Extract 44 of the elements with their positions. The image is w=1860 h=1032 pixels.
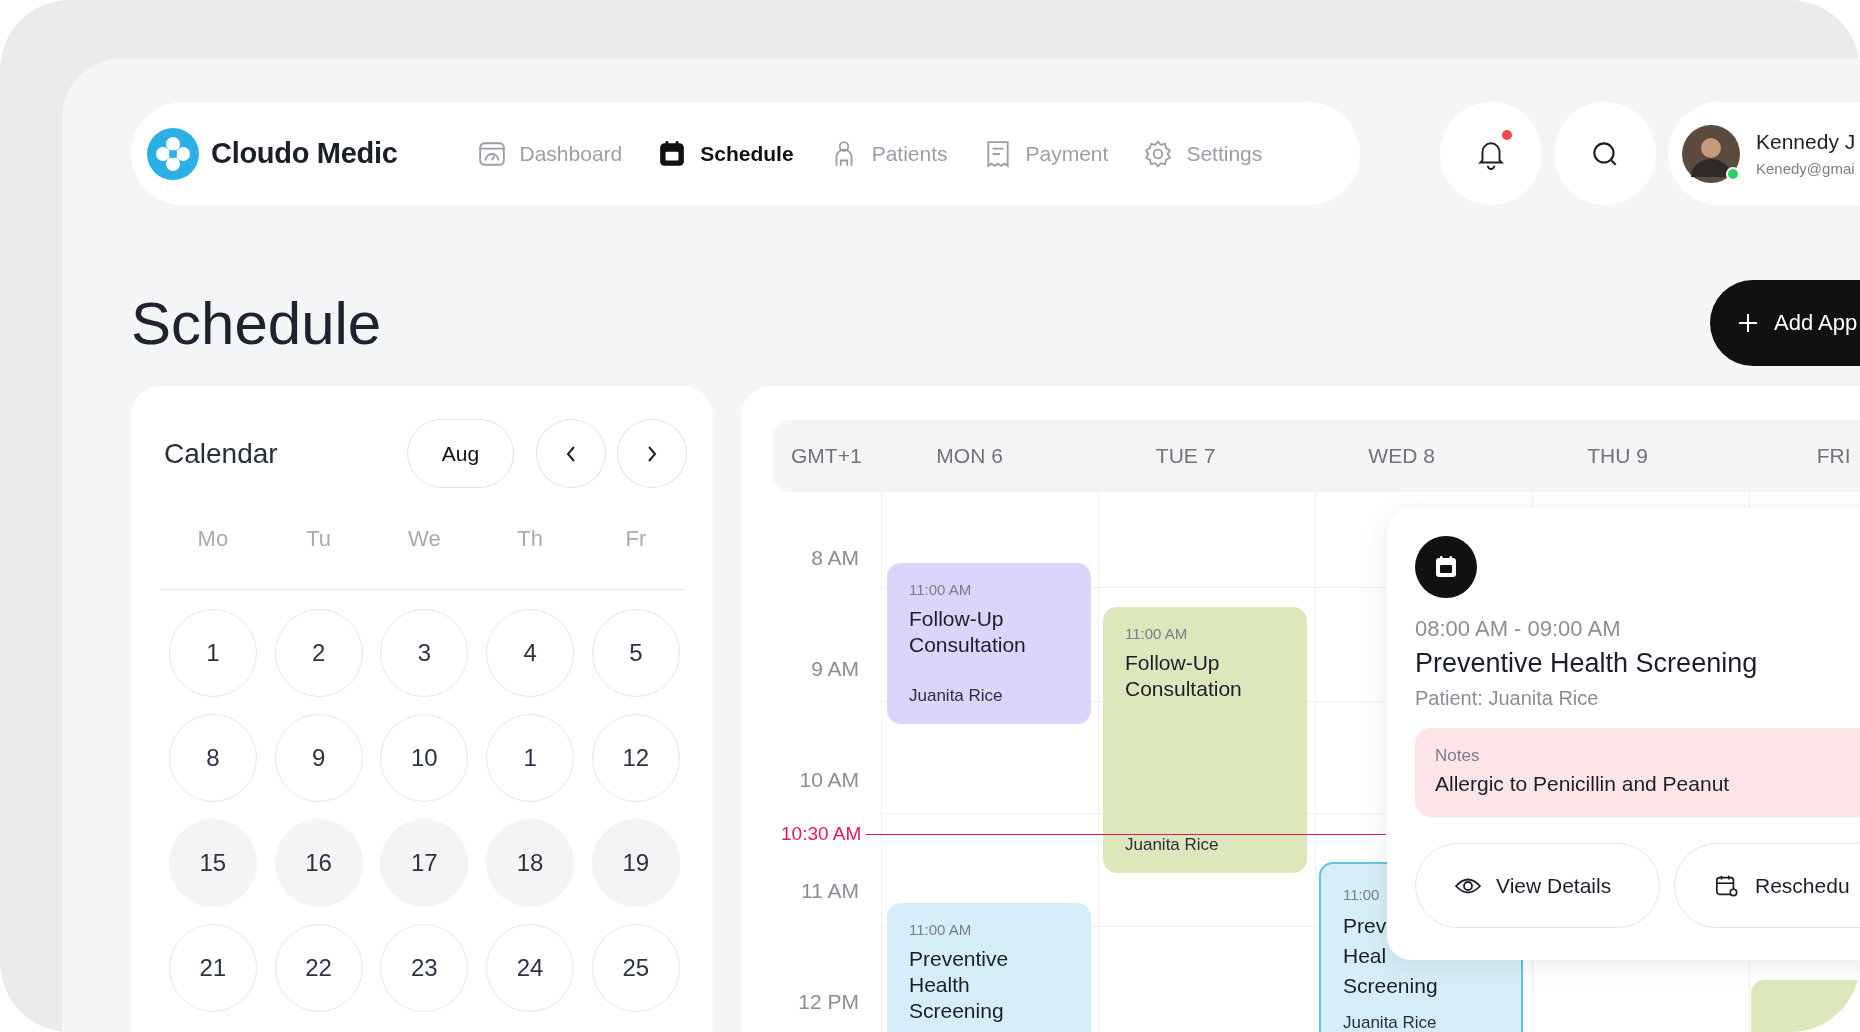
appointment-time: 11:00 bbox=[1343, 886, 1380, 903]
weekday-label: Fr bbox=[624, 525, 648, 552]
weekday-label: Tu bbox=[305, 525, 333, 552]
appointment-title: Preventive Health Screening bbox=[1415, 648, 1759, 679]
notes-text: Allergic to Penicillin and Peanut bbox=[1435, 772, 1731, 796]
appointment-title: Follow-Up bbox=[1125, 650, 1220, 676]
day-column-header: FRI bbox=[1815, 444, 1852, 468]
weekday-label: We bbox=[407, 525, 442, 552]
weekday-label: Mo bbox=[196, 525, 230, 552]
patient-name: Juanita Rice bbox=[909, 685, 1004, 706]
day-column-header: THU 9 bbox=[1586, 444, 1649, 468]
app-name: Cloudo Medic bbox=[211, 137, 398, 170]
timezone-label: GMT+1 bbox=[790, 444, 862, 468]
appointment-title: Follow-Up bbox=[909, 606, 1004, 632]
day-column-header: WED 8 bbox=[1367, 444, 1436, 468]
appointment-title: Screening bbox=[1343, 973, 1438, 999]
weekday-label: Th bbox=[516, 525, 544, 552]
day-column-header: MON 6 bbox=[935, 444, 1004, 468]
patient-name: Juanita Rice bbox=[1125, 834, 1220, 855]
notes-label: Notes bbox=[1435, 746, 1481, 766]
appointment-title: Heal bbox=[1343, 943, 1387, 969]
current-time-label: 10:30 AM bbox=[781, 823, 862, 845]
user-email: Kenedy@gmai bbox=[1756, 160, 1856, 177]
appointment-title: Prev bbox=[1343, 913, 1387, 939]
appointment-title: Consultation bbox=[1125, 676, 1242, 702]
appointment-title: Preventive bbox=[909, 946, 1009, 972]
calendar-title: Calendar bbox=[164, 437, 279, 470]
appointment-time: 11:00 AM bbox=[909, 581, 972, 598]
page-title: Schedule bbox=[131, 288, 383, 358]
patient-name: Patient: Juanita Rice bbox=[1415, 687, 1600, 710]
appointment-title: Screening bbox=[909, 998, 1004, 1024]
appointment-time-range: 08:00 AM - 09:00 AM bbox=[1415, 616, 1622, 642]
user-name: Kennedy J bbox=[1756, 130, 1856, 154]
appointment-title: Health bbox=[909, 972, 970, 998]
appointment-title: Consultation bbox=[909, 632, 1026, 658]
hour-label: 11 AM bbox=[800, 880, 860, 902]
day-column-header: TUE 7 bbox=[1154, 444, 1217, 468]
appointment-time: 11:00 AM bbox=[1125, 625, 1188, 642]
patient-name: Juanita Rice bbox=[1343, 1013, 1438, 1032]
hour-label: 8 AM bbox=[810, 547, 860, 569]
hour-label: 9 AM bbox=[810, 658, 860, 680]
hour-label: 10 AM bbox=[798, 769, 860, 791]
hour-label: 12 PM bbox=[797, 991, 860, 1013]
appointment-time: 11:00 AM bbox=[909, 921, 972, 938]
